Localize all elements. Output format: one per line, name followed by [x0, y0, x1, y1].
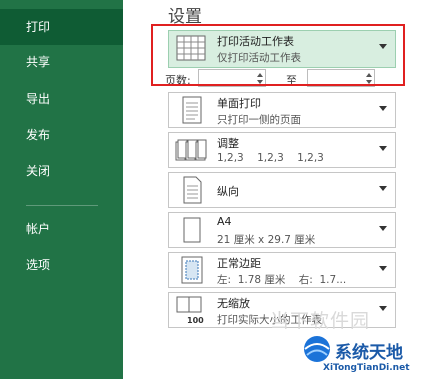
- nav-item-publish[interactable]: 发布: [0, 117, 123, 153]
- chevron-down-icon: [379, 146, 387, 151]
- print-sides-dropdown[interactable]: 单面打印 只打印一侧的页面: [168, 92, 396, 128]
- chevron-down-icon: [379, 226, 387, 231]
- single-page-icon: [182, 96, 202, 124]
- nav-item-close[interactable]: 关闭: [0, 153, 123, 189]
- brand-name: 系统天地: [335, 343, 403, 363]
- print-sides-sublabel: 只打印一侧的页面: [217, 114, 301, 126]
- margins-sublabel: 左: 1.78 厘米 右: 1.7...: [217, 274, 347, 286]
- backstage-sidebar: 打印 共享 导出 发布 关闭 帐户 选项: [0, 0, 123, 379]
- paper-size-sublabel: 21 厘米 x 29.7 厘米: [217, 234, 316, 246]
- paper-size-dropdown[interactable]: A4 21 厘米 x 29.7 厘米: [168, 212, 396, 248]
- orientation-label: 纵向: [217, 185, 239, 198]
- paper-size-label: A4: [217, 215, 232, 228]
- margins-dropdown[interactable]: 正常边距 左: 1.78 厘米 右: 1.7...: [168, 252, 396, 288]
- highlight-callout-box: [151, 24, 405, 86]
- collate-icon: [175, 139, 207, 161]
- paper-icon: [183, 217, 201, 243]
- scaling-label: 无缩放: [217, 297, 250, 310]
- nav-item-account[interactable]: 帐户: [0, 211, 123, 247]
- margins-label: 正常边距: [217, 257, 261, 270]
- nav-item-share[interactable]: 共享: [0, 44, 123, 80]
- nav-item-export[interactable]: 导出: [0, 81, 123, 117]
- chevron-down-icon: [379, 106, 387, 111]
- scale-100-text: 100: [187, 316, 204, 324]
- chevron-down-icon: [379, 306, 387, 311]
- sidebar-divider: [26, 205, 98, 206]
- scale-100-icon: 100: [176, 296, 204, 324]
- watermark-text: 当下软件园: [270, 310, 371, 332]
- collate-dropdown[interactable]: 调整 1,2,3 1,2,3 1,2,3: [168, 132, 396, 168]
- globe-logo-icon: [304, 336, 330, 362]
- print-sides-label: 单面打印: [217, 97, 261, 110]
- nav-item-options[interactable]: 选项: [0, 247, 123, 283]
- chevron-down-icon: [379, 266, 387, 271]
- chevron-down-icon: [379, 186, 387, 191]
- collate-label: 调整: [217, 137, 239, 150]
- margins-icon: [181, 256, 203, 284]
- portrait-icon: [183, 176, 202, 204]
- brand-url: XiTongTianDi.net: [323, 363, 410, 373]
- collate-sublabel: 1,2,3 1,2,3 1,2,3: [217, 152, 324, 164]
- orientation-dropdown[interactable]: 纵向: [168, 172, 396, 208]
- nav-item-print[interactable]: 打印: [0, 9, 123, 45]
